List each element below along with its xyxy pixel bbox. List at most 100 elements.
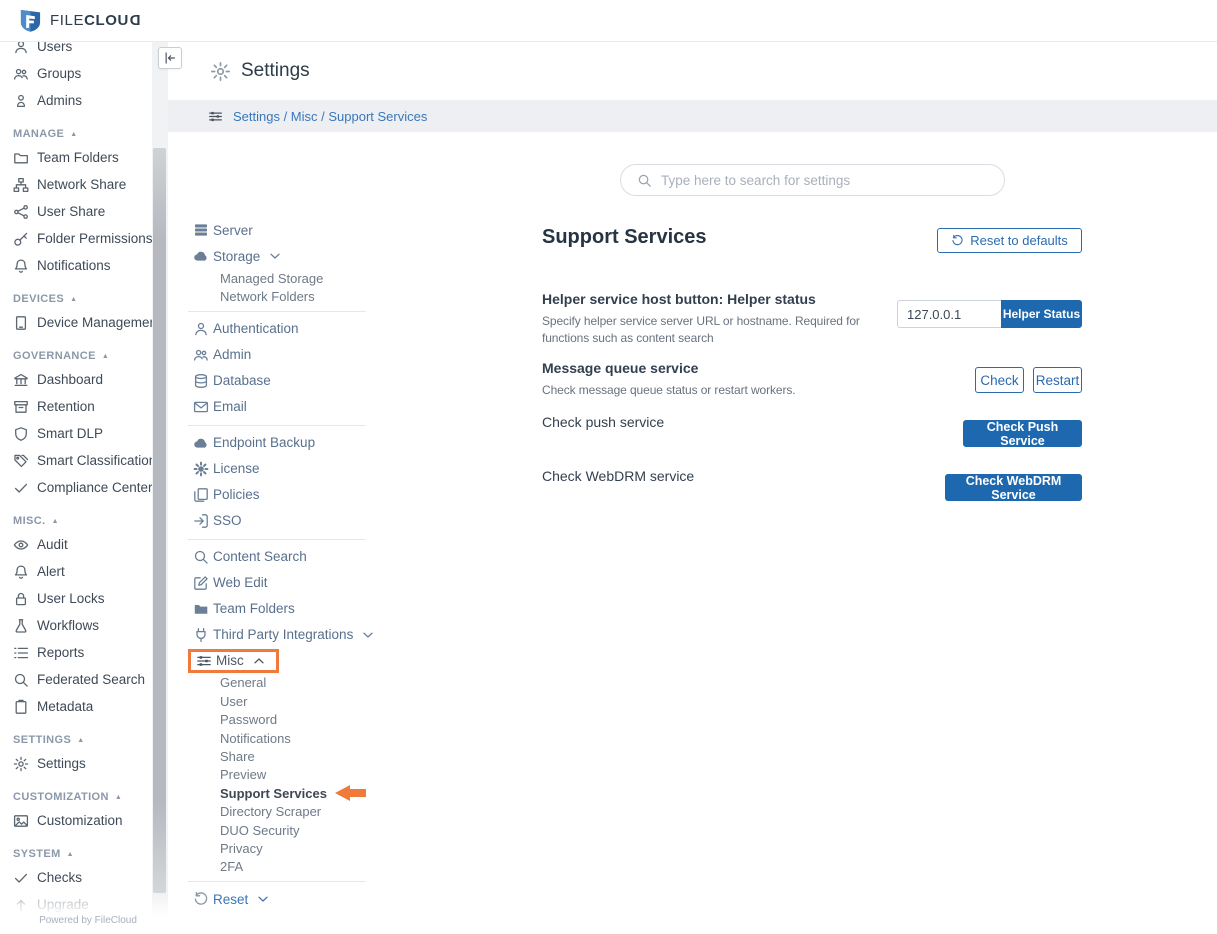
sidebar-item-customization[interactable]: Customization [0, 807, 152, 834]
sidebar-section-governance[interactable]: GOVERNANCE▲ [0, 346, 152, 366]
sidebar-item-federated-search[interactable]: Federated Search [0, 666, 152, 693]
lock-icon [13, 591, 29, 607]
sidebar-item-label: Federated Search [37, 672, 145, 687]
settings-nav-subitem-managed-storage[interactable]: Managed Storage [188, 269, 366, 287]
sidebar-item-metadata[interactable]: Metadata [0, 693, 152, 720]
sidebar-item-reports[interactable]: Reports [0, 639, 152, 666]
sidebar-item-audit[interactable]: Audit [0, 531, 152, 558]
sidebar-item-workflows[interactable]: Workflows [0, 612, 152, 639]
settings-nav-subitem-share[interactable]: Share [188, 747, 366, 765]
sidebar-item-groups[interactable]: Groups [0, 60, 152, 87]
sidebar-item-alert[interactable]: Alert [0, 558, 152, 585]
reset-to-defaults-button[interactable]: Reset to defaults [937, 228, 1082, 253]
settings-nav-item-storage[interactable]: Storage [188, 243, 366, 269]
settings-nav-subitem-2fa[interactable]: 2FA [188, 858, 366, 876]
settings-nav-item-reset[interactable]: Reset [188, 886, 366, 912]
sidebar-item-label: Smart Classification [37, 453, 152, 468]
sidebar-item-user-locks[interactable]: User Locks [0, 585, 152, 612]
sliders-icon [208, 109, 223, 124]
cloud-icon [193, 435, 209, 451]
sidebar-section-misc[interactable]: MISC.▲ [0, 511, 152, 531]
check-button[interactable]: Check [975, 367, 1024, 393]
breadcrumb-path[interactable]: Settings / Misc / Support Services [233, 109, 427, 124]
settings-nav-subitem-support-services[interactable]: Support Services [188, 784, 366, 802]
section-label: SETTINGS [13, 734, 71, 746]
sidebar-item-network-share[interactable]: Network Share [0, 171, 152, 198]
settings-nav-item-email[interactable]: Email [188, 394, 366, 420]
database-icon [193, 373, 209, 389]
settings-search-input[interactable] [661, 165, 1004, 195]
settings-nav-item-admin[interactable]: Admin [188, 342, 366, 368]
section-label: MANAGE [13, 128, 64, 140]
sidebar-item-label: Device Management [37, 315, 152, 330]
list-icon [13, 645, 29, 661]
setting-label-message-queue: Message queue service [542, 360, 698, 376]
settings-nav-subitem-duo-security[interactable]: DUO Security [188, 821, 366, 839]
settings-nav-subitem-privacy[interactable]: Privacy [188, 839, 366, 857]
settings-nav-item-endpoint-backup[interactable]: Endpoint Backup [188, 430, 366, 456]
filecloud-logo[interactable]: FILECLOUD [19, 8, 140, 33]
section-label: GOVERNANCE [13, 350, 96, 362]
nav-subitem-label: User [220, 694, 247, 709]
sidebar: Users Groups Admins MANAGE ▲ Team FoldersNetw… [0, 42, 152, 934]
check-push-service-button[interactable]: Check Push Service [963, 420, 1082, 447]
settings-nav-item-team-folders[interactable]: Team Folders [188, 596, 366, 622]
settings-nav-subitem-password[interactable]: Password [188, 711, 366, 729]
sidebar-section-customization[interactable]: CUSTOMIZATION▲ [0, 787, 152, 807]
settings-nav-subitem-network-folders[interactable]: Network Folders [188, 287, 366, 305]
nav-item-label: Policies [213, 487, 260, 502]
settings-nav-item-web-edit[interactable]: Web Edit [188, 570, 366, 596]
nav-item-label: Storage [213, 249, 260, 264]
sidebar-item-team-folders[interactable]: Team Folders [0, 144, 152, 171]
restart-button[interactable]: Restart [1033, 367, 1082, 393]
sidebar-item-smart-dlp[interactable]: Smart DLP [0, 420, 152, 447]
settings-nav-subitem-user[interactable]: User [188, 692, 366, 710]
reset-icon [951, 234, 964, 247]
helper-host-input[interactable] [897, 300, 1001, 328]
settings-nav-item-server[interactable]: Server [188, 217, 366, 243]
nav-item-label: Web Edit [213, 575, 268, 590]
sidebar-item-compliance-center[interactable]: Compliance Center [0, 474, 152, 501]
settings-nav-item-sso[interactable]: SSO [188, 508, 366, 534]
check-webdrm-service-button[interactable]: Check WebDRM Service [945, 474, 1082, 501]
collapse-caret-icon: ▲ [70, 131, 77, 138]
settings-nav-item-policies[interactable]: Policies [188, 482, 366, 508]
collapse-caret-icon: ▲ [115, 794, 122, 801]
flask-icon [13, 618, 29, 634]
sidebar-item-device-management[interactable]: Device Management [0, 309, 152, 336]
sidebar-section-settings[interactable]: SETTINGS▲ [0, 730, 152, 750]
settings-nav-item-third-party-integrations[interactable]: Third Party Integrations [188, 622, 366, 648]
sidebar-item-admins[interactable]: Admins [0, 87, 152, 114]
sidebar-item-folder-permissions[interactable]: Folder Permissions [0, 225, 152, 252]
settings-nav-subitem-directory-scraper[interactable]: Directory Scraper [188, 803, 366, 821]
sidebar-item-smart-classification[interactable]: Smart Classification [0, 447, 152, 474]
sidebar-item-settings[interactable]: Settings [0, 750, 152, 777]
sidebar-collapse-button[interactable] [158, 47, 182, 69]
chevron-down-icon [360, 627, 376, 643]
collapse-caret-icon: ▲ [70, 296, 77, 303]
settings-nav-subitem-general[interactable]: General [188, 674, 366, 692]
nav-subitem-label: Share [220, 749, 255, 764]
sidebar-section-system[interactable]: SYSTEM▲ [0, 844, 152, 864]
settings-nav-subitem-preview[interactable]: Preview [188, 766, 366, 784]
sidebar-section-devices[interactable]: DEVICES▲ [0, 289, 152, 309]
sidebar-item-checks[interactable]: Checks [0, 864, 152, 891]
settings-nav-subitem-notifications[interactable]: Notifications [188, 729, 366, 747]
sidebar-section-manage[interactable]: MANAGE ▲ [0, 124, 152, 144]
settings-nav-item-license[interactable]: License [188, 456, 366, 482]
sidebar-item-user-share[interactable]: User Share [0, 198, 152, 225]
helper-status-button[interactable]: Helper Status [1001, 300, 1082, 328]
sidebar-item-label: Alert [37, 564, 65, 579]
sidebar-item-notifications[interactable]: Notifications [0, 252, 152, 279]
sidebar-item-label: Groups [37, 66, 81, 81]
sidebar-scrollbar-thumb[interactable] [153, 148, 166, 893]
settings-nav-item-misc[interactable]: Misc [188, 648, 366, 674]
sidebar-item-label: Dashboard [37, 372, 103, 387]
settings-nav-item-database[interactable]: Database [188, 368, 366, 394]
settings-nav-item-content-search[interactable]: Content Search [188, 544, 366, 570]
sidebar-item-users[interactable]: Users [0, 42, 152, 60]
settings-nav-item-authentication[interactable]: Authentication [188, 316, 366, 342]
reset-icon [193, 891, 209, 907]
sidebar-item-retention[interactable]: Retention [0, 393, 152, 420]
sidebar-item-dashboard[interactable]: Dashboard [0, 366, 152, 393]
